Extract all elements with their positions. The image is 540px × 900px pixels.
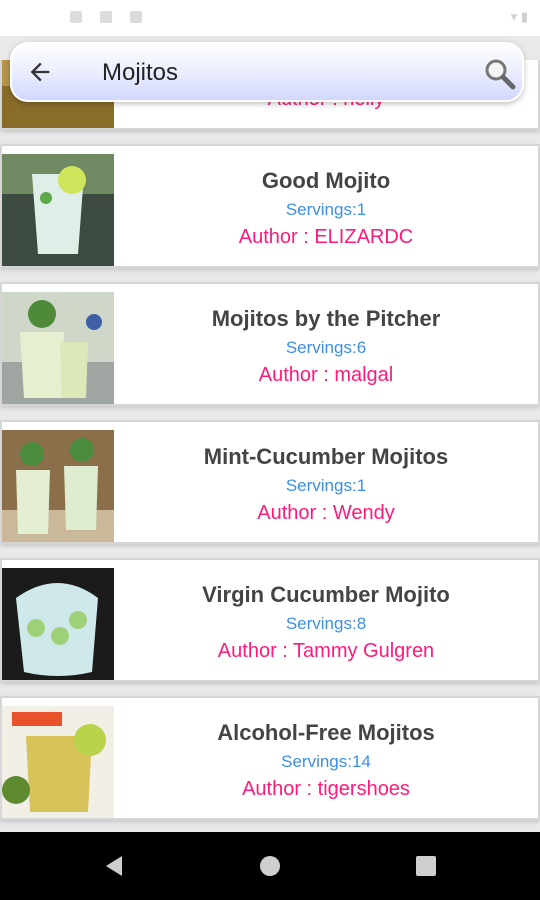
recipe-thumbnail (2, 568, 114, 680)
recipe-title: Alcohol-Free Mojitos (217, 720, 435, 745)
search-bar: Mojitos (10, 42, 524, 102)
recipe-author: Author : tigershoes (242, 778, 410, 800)
nav-back-icon[interactable] (102, 854, 126, 878)
recipe-author: Author : Tammy Gulgren (217, 640, 435, 662)
recipe-title: Mint-Cucumber Mojitos (203, 444, 449, 469)
signal-battery-icon: ▾ ▮ (510, 9, 528, 24)
recipe-author: Author : malgal (258, 364, 394, 386)
recipe-card[interactable]: Alcohol-Free Mojitos Servings:14 Author … (0, 696, 540, 820)
recipe-thumbnail (2, 292, 114, 404)
nav-home-icon[interactable] (258, 854, 282, 878)
recipe-list[interactable]: Author : nelly Good Mojito Servings:1 Au… (0, 60, 540, 832)
notification-icon (70, 11, 82, 23)
recipe-servings: Servings:14 (281, 752, 371, 771)
recipe-servings: Servings:6 (285, 338, 367, 357)
recipe-title: Mojitos by the Pitcher (211, 306, 441, 331)
recipe-thumbnail (2, 154, 114, 266)
recipe-title: Virgin Cucumber Mojito (202, 582, 450, 607)
recipe-servings: Servings:1 (285, 476, 367, 495)
recipe-card[interactable]: Mojitos by the Pitcher Servings:6 Author… (0, 282, 540, 406)
recipe-servings: Servings:8 (285, 614, 367, 633)
system-navigation-bar (0, 832, 540, 900)
notification-icon (130, 11, 142, 23)
recipe-card[interactable]: Good Mojito Servings:1 Author : ELIZARDC (0, 144, 540, 268)
recipe-thumbnail (2, 430, 114, 542)
notification-icon (100, 11, 112, 23)
recipe-card[interactable]: Mint-Cucumber Mojitos Servings:1 Author … (0, 420, 540, 544)
recipe-author: Author : Wendy (257, 502, 395, 524)
back-arrow-icon[interactable] (26, 58, 54, 86)
recipe-thumbnail (2, 706, 114, 818)
recipe-title: Good Mojito (261, 168, 391, 193)
recipe-card[interactable]: Virgin Cucumber Mojito Servings:8 Author… (0, 558, 540, 682)
recipe-author: Author : ELIZARDC (238, 226, 414, 248)
recipe-servings: Servings:1 (285, 200, 367, 219)
status-bar: ▾ ▮ (0, 0, 540, 36)
search-icon[interactable] (482, 56, 518, 92)
nav-recents-icon[interactable] (414, 854, 438, 878)
search-query[interactable]: Mojitos (102, 59, 178, 87)
